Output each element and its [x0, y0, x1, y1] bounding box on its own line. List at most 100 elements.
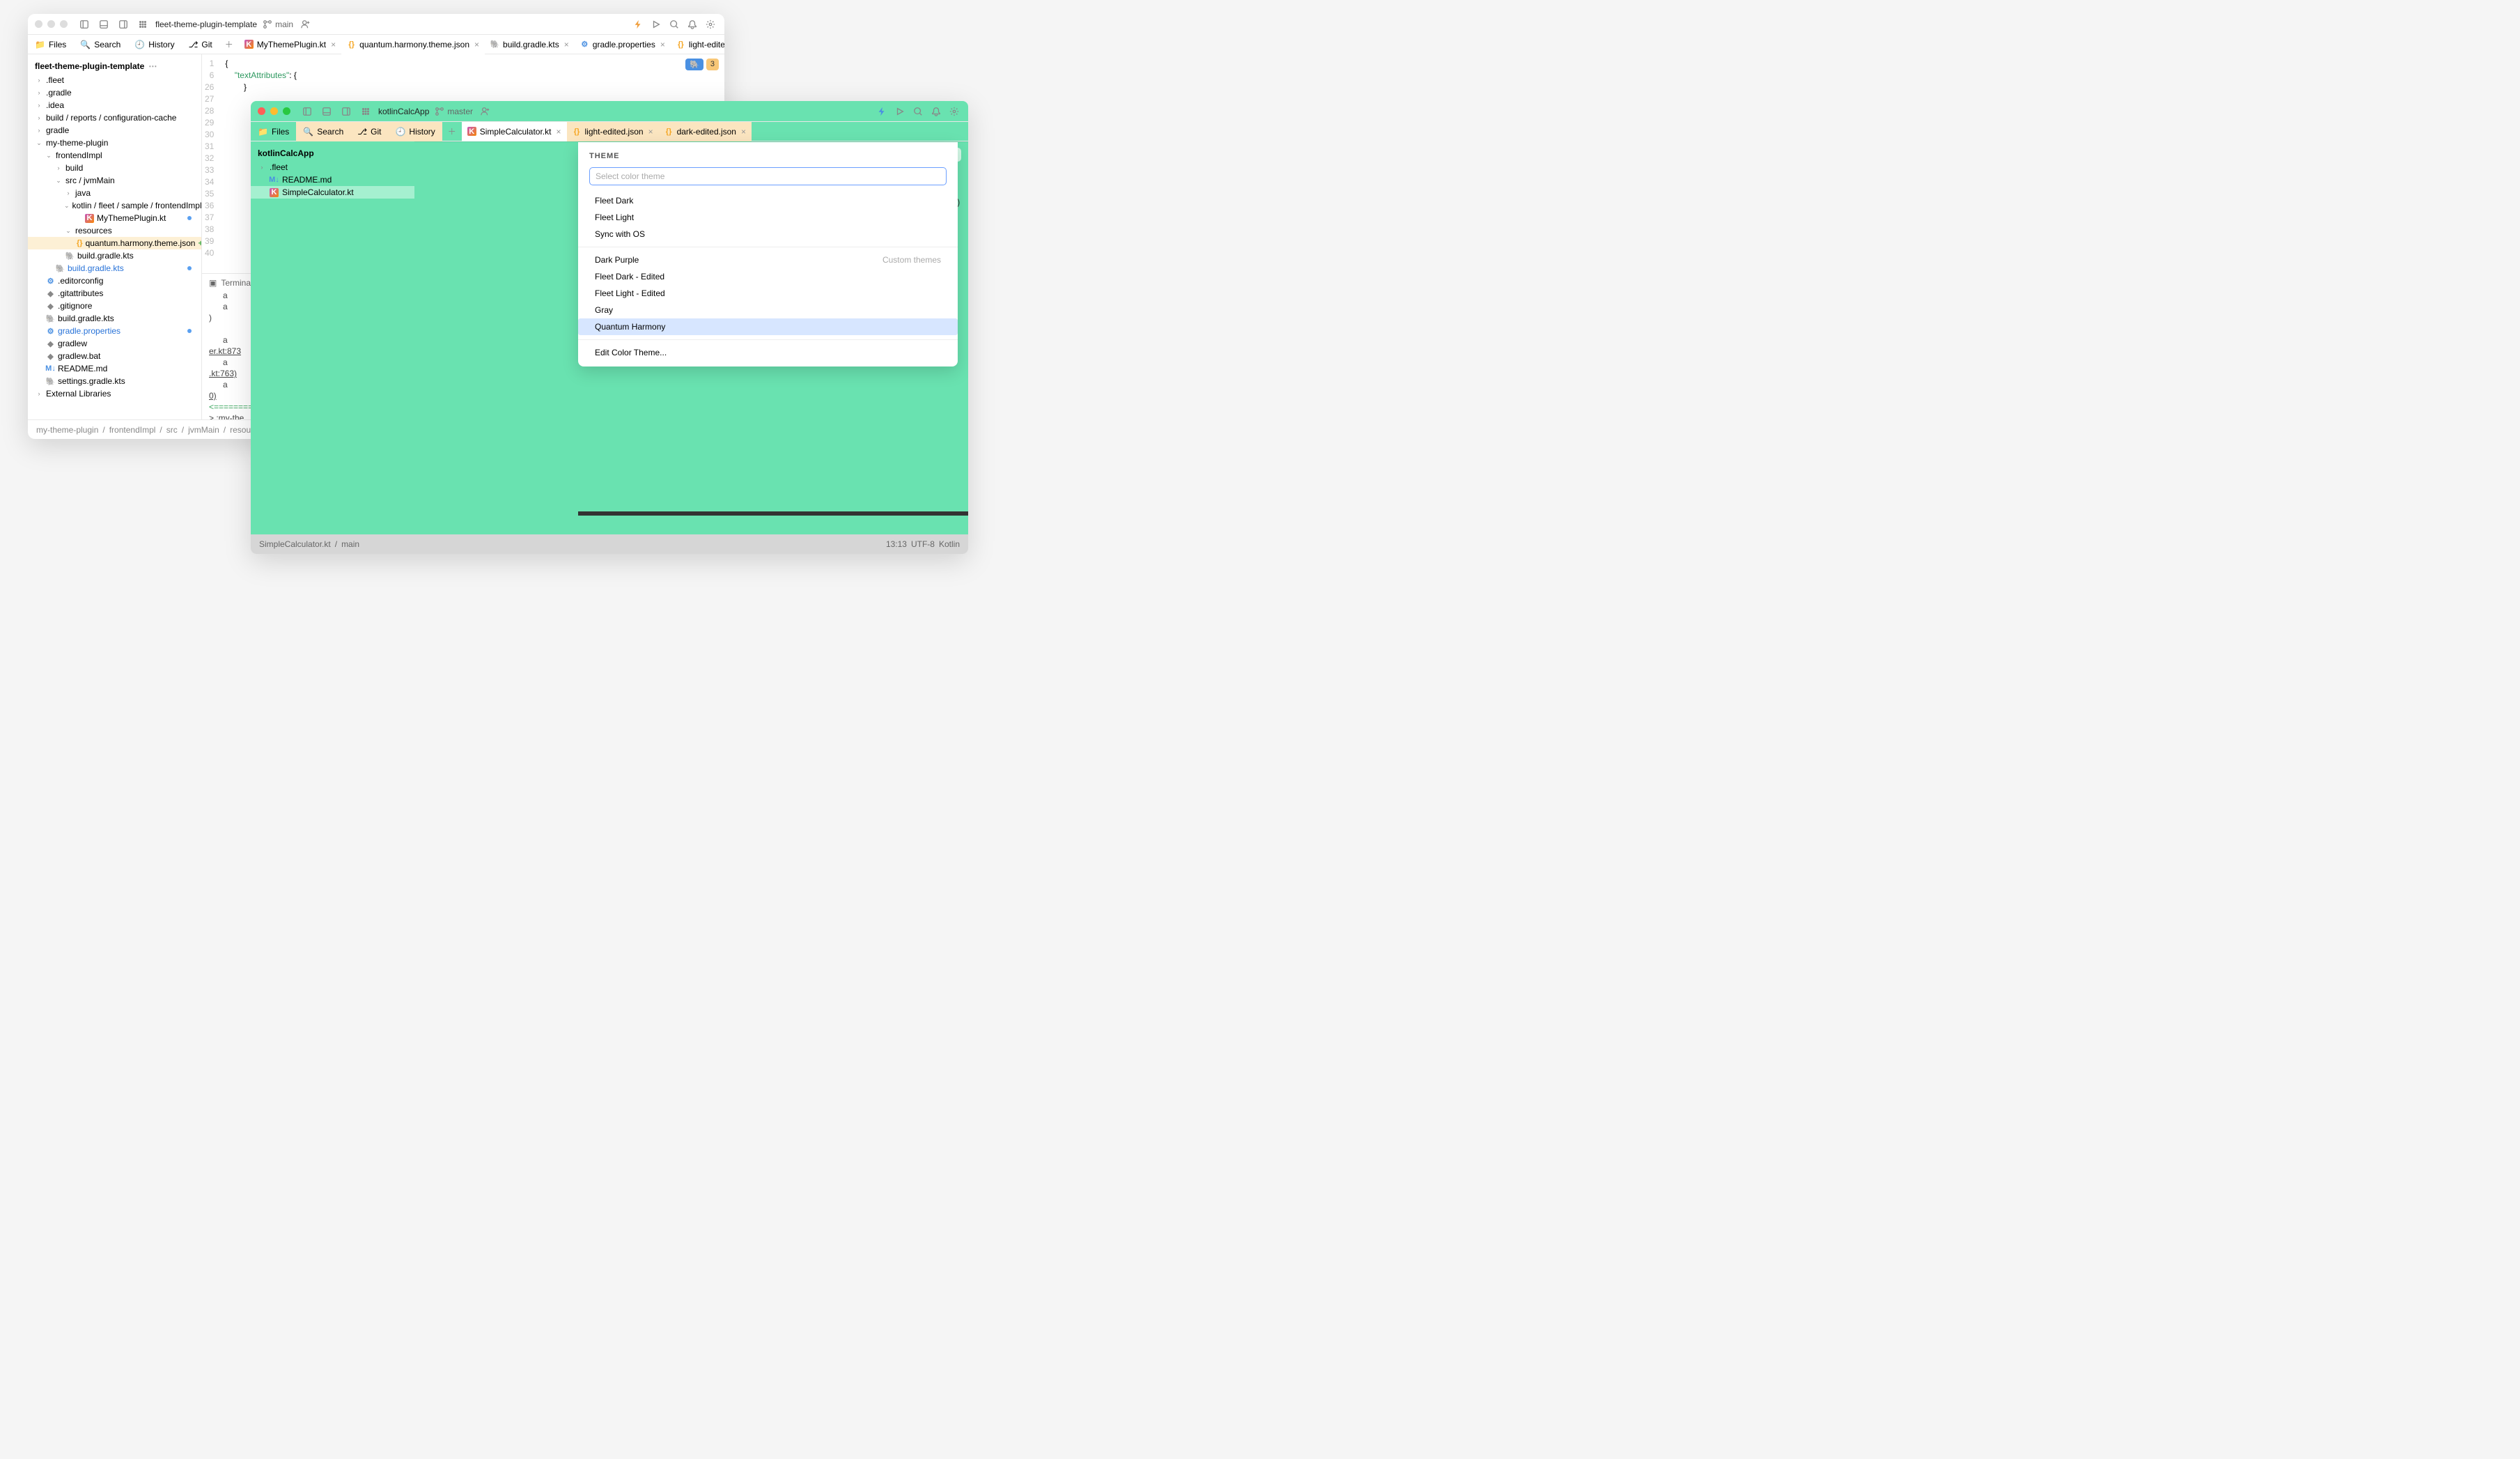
tree-item[interactable]: ›.fleet: [28, 74, 201, 86]
status-file[interactable]: SimpleCalculator.kt: [259, 539, 331, 549]
panel-left-icon[interactable]: [300, 105, 314, 118]
tree-item[interactable]: M↓README.md: [251, 173, 414, 186]
tree-item[interactable]: ⚙gradle.properties: [28, 325, 201, 337]
nav-search[interactable]: 🔍 Search: [73, 35, 127, 54]
tree-item[interactable]: ›.fleet: [251, 161, 414, 173]
zoom-dot[interactable]: [283, 107, 290, 115]
run-icon[interactable]: [649, 17, 663, 31]
tree-item[interactable]: ›build / reports / configuration-cache: [28, 111, 201, 124]
breadcrumb-segment[interactable]: src: [166, 425, 178, 435]
breadcrumb-segment[interactable]: frontendImpl: [109, 425, 156, 435]
tree-item[interactable]: ›.idea: [28, 99, 201, 111]
theme-option[interactable]: Fleet Light: [589, 209, 947, 226]
panel-right-icon[interactable]: [116, 17, 130, 31]
breadcrumb-segment[interactable]: jvmMain: [188, 425, 219, 435]
editor-tab[interactable]: {}dark-edited.json×: [659, 122, 752, 141]
tree-item[interactable]: 🐘build.gradle.kts: [28, 249, 201, 262]
close-icon[interactable]: ×: [648, 127, 653, 137]
editor-tab[interactable]: KSimpleCalculator.kt×: [462, 122, 567, 141]
bell-icon[interactable]: [929, 105, 943, 118]
gear-icon[interactable]: [703, 17, 717, 31]
status-func[interactable]: main: [341, 539, 359, 549]
tree-item[interactable]: KSimpleCalculator.kt: [251, 186, 414, 199]
zoom-dot[interactable]: [60, 20, 68, 28]
theme-option[interactable]: Dark PurpleCustom themes: [589, 252, 947, 268]
status-pos[interactable]: 13:13: [886, 539, 907, 549]
nav-plus[interactable]: ＋: [219, 38, 239, 50]
tree-item[interactable]: ⌄src / jvmMain: [28, 174, 201, 187]
terminal-label[interactable]: Terminal: [221, 278, 252, 288]
editor-tab[interactable]: {}light-edited.json×: [567, 122, 659, 141]
minimize-dot[interactable]: [270, 107, 278, 115]
editor-tab[interactable]: 🐘build.gradle.kts×: [485, 35, 575, 54]
tree-item[interactable]: {}quantum.harmony.theme.json+: [28, 237, 201, 249]
tree-item[interactable]: ›build: [28, 162, 201, 174]
close-dot[interactable]: [258, 107, 265, 115]
bell-icon[interactable]: [685, 17, 699, 31]
edit-theme-option[interactable]: Edit Color Theme...: [589, 344, 947, 361]
tree-item[interactable]: ◆gradlew: [28, 337, 201, 350]
tree-item[interactable]: KMyThemePlugin.kt: [28, 212, 201, 224]
tree-item[interactable]: ⌄my-theme-plugin: [28, 137, 201, 149]
nav-history[interactable]: 🕘 History: [127, 35, 181, 54]
theme-option[interactable]: Gray: [589, 302, 947, 318]
nav-history-2[interactable]: 🕘 History: [388, 122, 442, 141]
editor-tab[interactable]: {}quantum.harmony.theme.json×: [341, 35, 485, 54]
theme-search-input[interactable]: [589, 167, 947, 185]
nav-search-2[interactable]: 🔍 Search: [296, 122, 350, 141]
nav-git[interactable]: ⎇ Git: [182, 35, 219, 54]
branch-indicator-2[interactable]: master: [435, 107, 473, 116]
tree-item[interactable]: ›External Libraries: [28, 387, 201, 400]
close-icon[interactable]: ×: [474, 40, 479, 49]
panel-right-icon[interactable]: [339, 105, 353, 118]
nav-files[interactable]: 📁 Files: [28, 35, 73, 54]
close-icon[interactable]: ×: [660, 40, 665, 49]
close-icon[interactable]: ×: [564, 40, 569, 49]
editor-tab[interactable]: ⚙gradle.properties×: [575, 35, 671, 54]
editor-tab[interactable]: KMyThemePlugin.kt×: [239, 35, 341, 54]
panel-bottom-icon[interactable]: [97, 17, 111, 31]
tree-item[interactable]: ›java: [28, 187, 201, 199]
panel-left-icon[interactable]: [77, 17, 91, 31]
status-enc[interactable]: UTF-8: [911, 539, 935, 549]
grid-icon[interactable]: [136, 17, 150, 31]
tree-item[interactable]: M↓README.md: [28, 362, 201, 375]
bolt-icon[interactable]: [875, 105, 889, 118]
add-user-icon[interactable]: [479, 105, 492, 118]
breadcrumb-segment[interactable]: my-theme-plugin: [36, 425, 98, 435]
close-icon[interactable]: ×: [556, 127, 561, 137]
tree-item[interactable]: ›.gradle: [28, 86, 201, 99]
theme-option[interactable]: Fleet Light - Edited: [589, 285, 947, 302]
tree-item[interactable]: 🐘build.gradle.kts: [28, 312, 201, 325]
close-icon[interactable]: ×: [331, 40, 336, 49]
gear-icon[interactable]: [947, 105, 961, 118]
grid-icon[interactable]: [359, 105, 373, 118]
nav-plus-2[interactable]: ＋: [442, 125, 462, 137]
run-icon[interactable]: [893, 105, 907, 118]
tree-item[interactable]: ›gradle: [28, 124, 201, 137]
tree-item[interactable]: 🐘build.gradle.kts: [28, 262, 201, 275]
problems-badge[interactable]: 3: [706, 59, 719, 70]
theme-option[interactable]: Sync with OS: [589, 226, 947, 242]
gradle-badge[interactable]: 🐘: [685, 59, 703, 70]
close-icon[interactable]: ×: [741, 127, 746, 137]
tree-item[interactable]: 🐘settings.gradle.kts: [28, 375, 201, 387]
tree-item[interactable]: ◆gradlew.bat: [28, 350, 201, 362]
search-icon[interactable]: [911, 105, 925, 118]
minimize-dot[interactable]: [47, 20, 55, 28]
editor-pane-2[interactable]: ✓ icException("Cannot divide by zero") a…: [414, 141, 968, 534]
theme-option[interactable]: Quantum Harmony: [578, 318, 958, 335]
theme-option[interactable]: Fleet Dark - Edited: [589, 268, 947, 285]
tree-item[interactable]: ⚙.editorconfig: [28, 275, 201, 287]
tree-item[interactable]: ◆.gitattributes: [28, 287, 201, 300]
nav-git-2[interactable]: ⎇ Git: [350, 122, 388, 141]
nav-files-2[interactable]: 📁 Files: [251, 122, 296, 141]
tree-item[interactable]: ⌄resources: [28, 224, 201, 237]
editor-tab[interactable]: {}light-edited.json×: [671, 35, 724, 54]
status-lang[interactable]: Kotlin: [939, 539, 960, 549]
search-icon[interactable]: [667, 17, 681, 31]
tree-item[interactable]: ◆.gitignore: [28, 300, 201, 312]
add-user-icon[interactable]: [299, 17, 313, 31]
close-dot[interactable]: [35, 20, 42, 28]
branch-indicator[interactable]: main: [263, 20, 293, 29]
